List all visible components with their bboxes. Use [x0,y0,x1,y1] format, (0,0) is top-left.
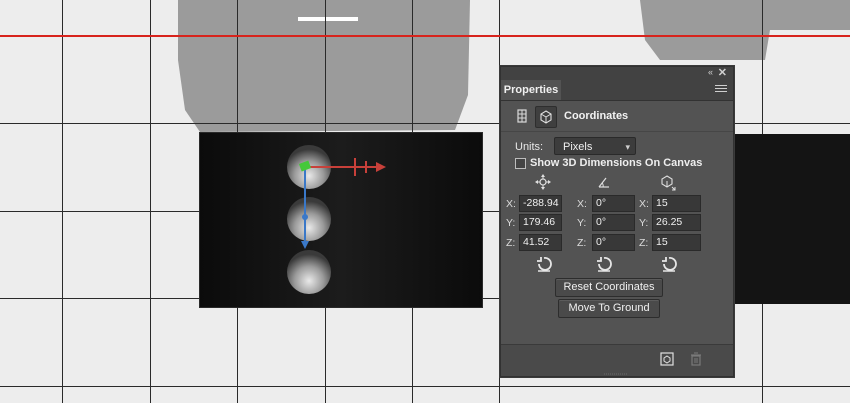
close-panel-button[interactable]: ✕ [718,66,727,79]
resize-grip-icon[interactable] [604,373,628,376]
scale-y-field[interactable]: 26.25 [652,214,701,231]
panel-footer [501,344,733,376]
trash-icon[interactable] [688,351,704,367]
panel-menu-icon[interactable] [715,85,727,95]
position-x-label: X: [506,198,516,210]
properties-panel: « ✕ Properties Coordinates Units: Pixels… [500,66,734,377]
sphere-middle [287,197,331,241]
reset-scale-icon[interactable] [658,253,680,275]
panel-header-strip: « ✕ [501,67,733,80]
position-x-field[interactable]: -288.94 [519,195,562,212]
rotate-icon [598,177,609,188]
rotation-x-label: X: [577,198,587,210]
reset-rotation-icon[interactable] [593,253,615,275]
scale-x-label: X: [639,198,649,210]
position-y-field[interactable]: 179.46 [519,214,562,231]
render-icon[interactable] [659,351,675,367]
units-label: Units: [515,141,544,153]
scale-x-field[interactable]: 15 [652,195,701,212]
scale-z-label: Z: [639,237,649,249]
coordinates-icon[interactable] [535,106,557,128]
mode-title: Coordinates [564,110,629,122]
position-z-label: Z: [506,237,516,249]
rotation-x-field[interactable]: 0° [592,195,635,212]
3d-scene-view[interactable] [199,132,483,308]
dark-band-right [732,134,850,304]
rotation-y-field[interactable]: 0° [592,214,635,231]
position-y-label: Y: [506,217,516,229]
position-z-field[interactable]: 41.52 [519,234,562,251]
tab-properties[interactable]: Properties [501,80,561,100]
rotation-y-label: Y: [577,217,587,229]
scale-z-field[interactable]: 15 [652,234,701,251]
rotation-z-field[interactable]: 0° [592,234,635,251]
reset-position-icon[interactable] [533,253,555,275]
show-3d-dimensions-checkbox[interactable] [515,158,526,169]
units-value: Pixels [563,141,593,153]
show-3d-dimensions-label: Show 3D Dimensions On Canvas [530,157,703,169]
panel-tabbar: Properties [501,80,733,101]
properties-mode-bar: Coordinates [501,101,733,132]
sphere-bottom [287,250,331,294]
grey-shape-right2 [640,0,735,60]
white-highlight [298,17,358,21]
move-to-ground-button[interactable]: Move To Ground [558,299,660,318]
red-guide-line[interactable] [0,35,850,37]
collapse-panel-button[interactable]: « [708,67,713,77]
move-icon [535,174,551,190]
rotation-z-label: Z: [577,237,587,249]
scale-y-label: Y: [639,217,649,229]
mesh-icon[interactable] [512,106,532,126]
chevron-down-icon: ▾ [625,142,630,152]
units-dropdown[interactable]: Pixels ▾ [554,137,636,155]
scale-icon [661,175,676,191]
reset-coordinates-button[interactable]: Reset Coordinates [555,278,663,297]
3d-scene [200,133,482,307]
